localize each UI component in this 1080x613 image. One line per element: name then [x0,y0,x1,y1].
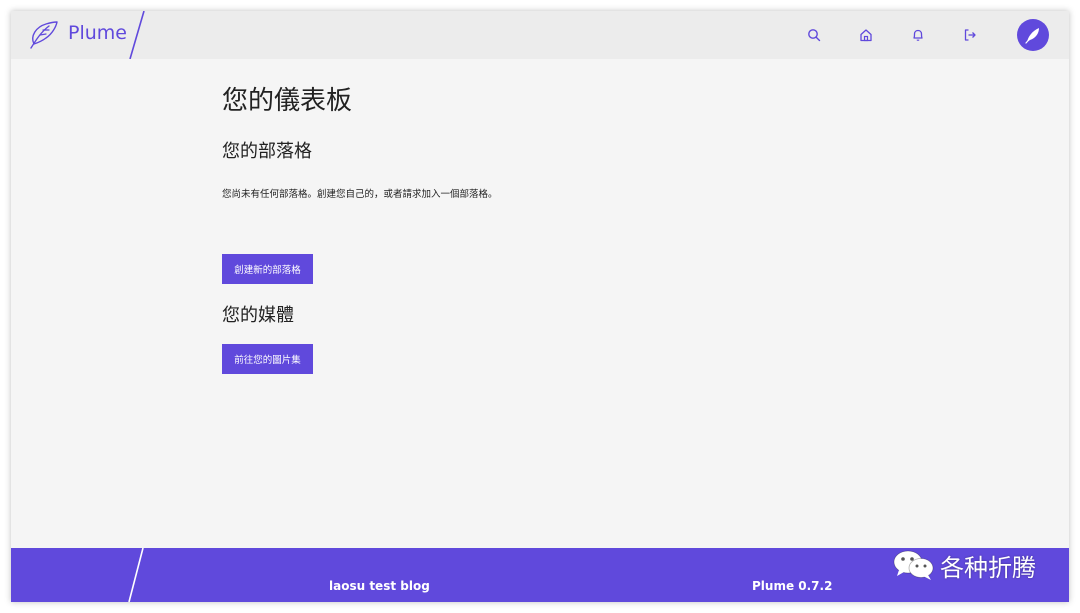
app-window: Plume 您的儀表板 您的部落格 您尚未有任何部落格。創建您自己的，或者請求加… [11,11,1069,602]
bell-icon[interactable] [907,24,929,46]
brand-name[interactable]: Plume [68,22,127,44]
media-section-title: 您的媒體 [222,305,294,326]
plume-logo-icon[interactable] [27,19,59,51]
search-icon[interactable] [803,24,825,46]
watermark: 各种折腾 [892,548,1036,582]
blogs-section-title: 您的部落格 [222,141,312,162]
brand-divider [129,11,145,59]
user-avatar[interactable] [1017,19,1049,51]
footer-blog-name[interactable]: laosu test blog [329,579,430,593]
footer-divider [128,548,144,602]
header: Plume [11,11,1069,59]
create-blog-button[interactable]: 創建新的部落格 [222,254,313,284]
home-icon[interactable] [855,24,877,46]
page-title: 您的儀表板 [222,86,353,116]
watermark-text: 各种折腾 [940,553,1036,582]
wechat-icon [893,550,934,580]
footer-version[interactable]: Plume 0.7.2 [752,579,832,593]
no-blogs-message: 您尚未有任何部落格。創建您自己的，或者請求加入一個部落格。 [222,189,498,200]
go-to-gallery-button[interactable]: 前往您的圖片集 [222,344,313,374]
logout-icon[interactable] [959,24,981,46]
feather-icon [1025,28,1039,44]
